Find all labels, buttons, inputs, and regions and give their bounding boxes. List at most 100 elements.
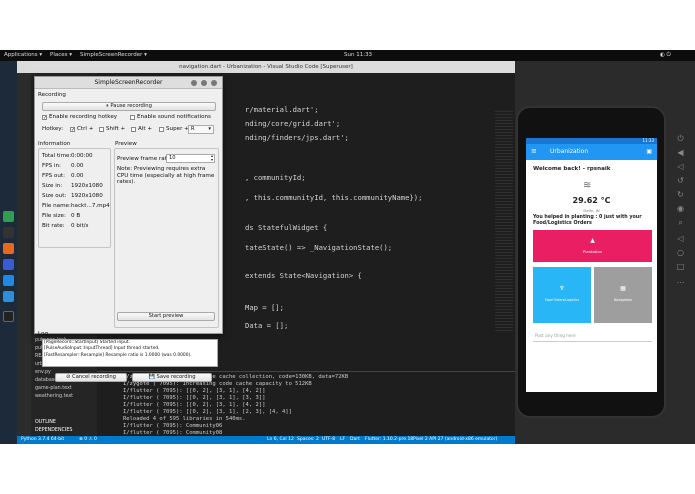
code-line: , this.communityId, this.communityName})… <box>245 193 423 202</box>
places-menu[interactable]: Places ▾ <box>50 50 72 61</box>
enable-sound-label: Enable sound notifications <box>137 114 211 120</box>
problems-count[interactable]: ⊗ 0 ⚠ 0 <box>79 436 97 444</box>
zoom-icon[interactable]: ⌕ <box>676 218 685 227</box>
code-line: nding/core/grid.dart'; <box>245 119 341 128</box>
terminal-line: I/flutter ( 7095): [[0, 2], [3, 1], [4, … <box>123 402 266 408</box>
more-icon[interactable]: ⋯ <box>676 278 685 287</box>
navigation-card[interactable]: ▦ Navigation <box>594 267 652 323</box>
save-recording-button[interactable]: 💾 Save recording <box>132 373 212 382</box>
back-icon[interactable]: ◁ <box>676 234 685 243</box>
log-lines: [PageRecord::StartInput] Started input. … <box>44 340 216 359</box>
outline-section[interactable]: OUTLINE <box>35 420 56 425</box>
shift-checkbox[interactable] <box>99 127 104 132</box>
android-studio-icon[interactable] <box>3 291 14 302</box>
close-icon[interactable] <box>211 80 217 86</box>
left-dock <box>0 61 17 444</box>
indentation[interactable]: Spaces: 2 <box>297 436 319 444</box>
info-value: 1920x1080 <box>71 193 103 199</box>
hotkey-key-select[interactable]: R ▾ <box>188 125 214 134</box>
food-orders-label: Food Orders/Logistics <box>544 298 580 302</box>
terminal-line: Reloaded 4 of 595 libraries in 540ms. <box>123 416 246 422</box>
enable-hotkey-checkbox[interactable]: ✓ <box>42 115 47 121</box>
info-label: Size out: <box>42 193 67 199</box>
info-value: 1920x1080 <box>71 183 103 189</box>
ctrl-checkbox[interactable]: ✓ <box>70 127 75 133</box>
enable-hotkey-label: Enable recording hotkey <box>49 114 118 120</box>
terminal-line: I/flutter ( 7095): [[0, 2], [3, 1], [2, … <box>123 409 292 415</box>
hotkey-label: Hotkey: <box>42 126 64 132</box>
file-item[interactable]: weathering.text <box>35 394 73 399</box>
information-section-label: Information <box>38 141 71 147</box>
files-icon[interactable] <box>3 211 14 222</box>
encoding[interactable]: UTF-8 <box>322 436 335 444</box>
info-label: File size: <box>42 213 66 219</box>
spin-arrows-icon[interactable]: ▴ ▾ <box>211 154 213 162</box>
code-line: Data = []; <box>245 321 289 330</box>
line-ending[interactable]: LF <box>340 436 345 444</box>
maximize-icon[interactable] <box>201 80 207 86</box>
rotate-left-icon[interactable]: ↺ <box>676 176 685 185</box>
food-icon: ♆ <box>559 285 565 292</box>
file-item[interactable]: env.py <box>35 370 51 375</box>
navigation-icon: ▦ <box>620 285 626 292</box>
food-orders-card[interactable]: ♆ Food Orders/Logistics <box>533 267 591 323</box>
power-icon[interactable]: ⏻ <box>676 134 685 143</box>
device-selector[interactable]: Pixel 2 API 27 (android-x86 emulator) <box>413 436 497 444</box>
hotkey-key-value: R <box>191 126 195 132</box>
info-label: Total time: <box>42 153 72 159</box>
alt-checkbox[interactable] <box>131 127 136 132</box>
super-checkbox[interactable] <box>159 127 164 132</box>
preview-rate-label: Preview frame rate: <box>117 156 173 162</box>
flutter-version[interactable]: Flutter: 1.10.2-pre.18 <box>365 436 413 444</box>
preview-rate-spinbox[interactable]: 10 ▴ ▾ <box>166 154 215 163</box>
app-icon[interactable] <box>3 259 14 270</box>
active-app-menu[interactable]: SimpleScreenRecorder ▾ <box>80 50 147 61</box>
location: Delhi, IN <box>583 208 600 213</box>
preview-rate-value: 10 <box>169 155 176 161</box>
emulator-screen[interactable]: 11:33 ≡ Urbanization ▣ Welcome back! - r… <box>526 138 657 392</box>
clock[interactable]: Sun 11:33 <box>344 50 372 61</box>
start-preview-button[interactable]: Start preview <box>117 312 215 321</box>
python-interpreter[interactable]: Python 3.7.4 64-bit <box>21 436 64 444</box>
code-line: Map = []; <box>245 303 284 312</box>
home-icon[interactable]: ○ <box>676 248 685 257</box>
cursor-position[interactable]: Ln 6, Col 12 <box>267 436 294 444</box>
screenshot-icon[interactable]: ◉ <box>676 204 685 213</box>
ubuntu-icon[interactable] <box>3 243 14 254</box>
pause-recording-button[interactable]: ⏸ Pause recording <box>42 102 216 111</box>
info-value: 0:00:00 <box>71 153 93 159</box>
vscode-activity-bar <box>17 73 31 436</box>
minimize-icon[interactable] <box>191 80 197 86</box>
plant-icon: ▲ <box>590 237 595 244</box>
dependencies-section[interactable]: DEPENDENCIES <box>35 428 72 433</box>
file-item[interactable]: game-plan.text <box>35 386 72 391</box>
terminal-line: I/flutter ( 7095): [[0, 2], [3, 1], [3, … <box>123 395 266 401</box>
minimap[interactable] <box>495 111 513 331</box>
post-input[interactable]: Post any thing here <box>533 330 652 342</box>
cancel-recording-button[interactable]: ⊘ Cancel recording <box>55 373 127 382</box>
weather-icon: ≋ <box>583 180 592 191</box>
overview-icon[interactable]: □ <box>676 262 685 271</box>
menu-icon[interactable]: ≡ <box>531 147 537 156</box>
cart-icon[interactable]: ▣ <box>646 148 652 156</box>
info-value: 0 bit/s <box>71 223 89 229</box>
applications-menu[interactable]: Applications ▾ <box>4 50 42 61</box>
enable-sound-checkbox[interactable] <box>130 115 135 120</box>
plantation-card[interactable]: ▲ Plantation <box>533 230 652 262</box>
system-tray-icons[interactable]: ◐ ⏻ <box>660 50 671 61</box>
log-line: [FastResampler::Resample] Resample ratio… <box>44 352 192 358</box>
code-line: r/material.dart'; <box>245 105 319 114</box>
plantation-label: Plantation <box>582 249 603 254</box>
language-mode[interactable]: Dart <box>350 436 360 444</box>
code-line: nding/finders/jps.dart'; <box>245 133 349 142</box>
navigation-label: Navigation <box>613 298 633 302</box>
rotate-right-icon[interactable]: ↻ <box>676 190 685 199</box>
vscode-icon[interactable] <box>3 275 14 286</box>
terminal-icon[interactable] <box>3 227 14 238</box>
info-label: File name: <box>42 203 71 209</box>
show-apps-icon[interactable] <box>3 311 14 322</box>
volume-down-icon[interactable]: ◁ <box>676 162 685 171</box>
code-line: tateState() => _NavigationState(); <box>245 243 393 252</box>
volume-up-icon[interactable]: ◀ <box>676 148 685 157</box>
info-value: hackt...7.mp4 <box>71 203 110 209</box>
